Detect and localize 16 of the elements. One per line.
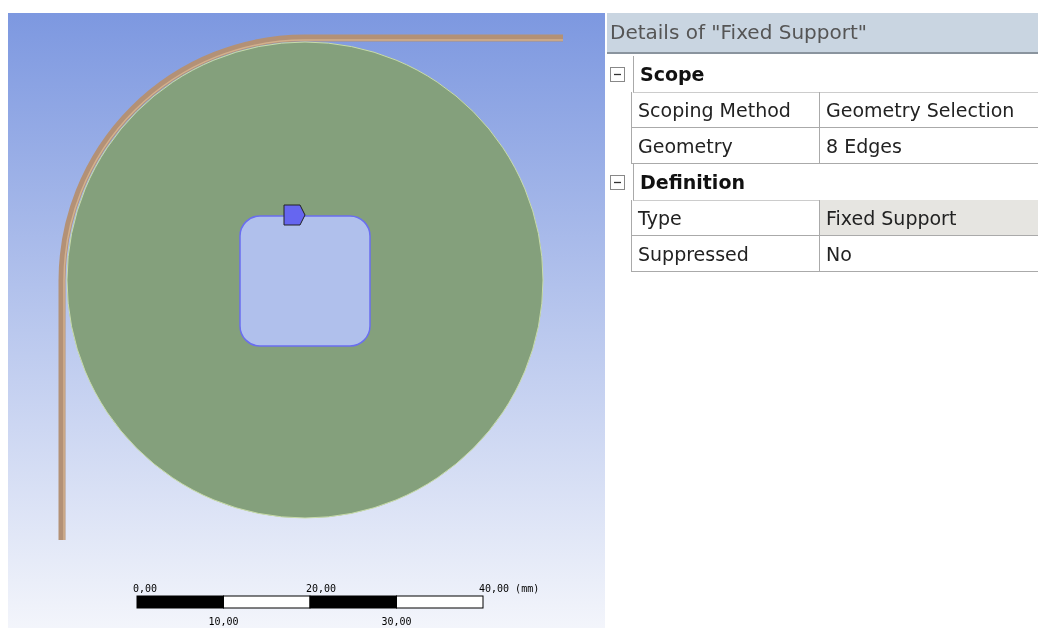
property-name: Suppressed bbox=[631, 236, 819, 272]
property-value[interactable]: 8 Edges bbox=[819, 128, 1038, 164]
property-value[interactable]: Fixed Support bbox=[819, 200, 1038, 236]
collapse-toggle-icon[interactable] bbox=[610, 66, 625, 82]
scale-label: 10,00 bbox=[208, 616, 239, 627]
scale-label: 0,00 bbox=[133, 583, 158, 594]
scale-label: 20,00 bbox=[306, 583, 337, 594]
scale-label: 40,00 (mm) bbox=[479, 583, 540, 594]
property-name: Scoping Method bbox=[631, 92, 819, 128]
panel-title: Details of "Fixed Support" bbox=[607, 13, 1038, 54]
group-header: Scope bbox=[633, 55, 1038, 93]
scale-label: 30,00 bbox=[381, 616, 412, 627]
property-value[interactable]: No bbox=[819, 236, 1038, 272]
collapse-toggle-icon[interactable] bbox=[610, 174, 625, 190]
property-value[interactable]: Geometry Selection bbox=[819, 92, 1038, 128]
property-name: Geometry bbox=[631, 128, 819, 164]
